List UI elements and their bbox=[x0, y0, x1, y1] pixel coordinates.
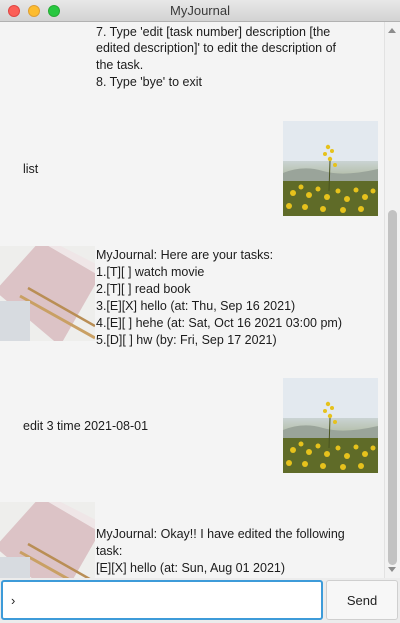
task-item: 1.[T][ ] watch movie bbox=[96, 265, 205, 279]
task-item: 4.[E][ ] hehe (at: Sat, Oct 16 2021 03:0… bbox=[96, 316, 342, 330]
bot-avatar bbox=[0, 246, 95, 341]
bot-message: MyJournal: Okay!! I have edited the foll… bbox=[96, 527, 345, 541]
user-message: edit 3 time 2021-08-01 bbox=[23, 419, 149, 433]
vertical-scrollbar[interactable] bbox=[384, 22, 400, 578]
bot-avatar bbox=[0, 502, 95, 578]
task-item: 3.[E][X] hello (at: Thu, Sep 16 2021) bbox=[96, 299, 296, 313]
scroll-up-arrow-icon[interactable] bbox=[388, 28, 396, 33]
help-line: the task. bbox=[96, 58, 144, 72]
window-title: MyJournal bbox=[170, 3, 230, 18]
flowers-photo-icon bbox=[283, 378, 378, 473]
notebook-photo-icon bbox=[0, 502, 95, 578]
send-button[interactable]: Send bbox=[326, 580, 398, 620]
bot-message: [E][X] hello (at: Sun, Aug 01 2021) bbox=[96, 561, 286, 575]
task-item: 2.[T][ ] read book bbox=[96, 282, 191, 296]
bot-message: task: bbox=[96, 544, 123, 558]
scroll-down-arrow-icon[interactable] bbox=[388, 567, 396, 572]
title-bar: MyJournal bbox=[0, 0, 400, 22]
input-bar: Send bbox=[0, 578, 400, 623]
notebook-photo-icon bbox=[0, 246, 95, 341]
help-line: edited description]' to edit the descrip… bbox=[96, 41, 337, 55]
bot-message-header: MyJournal: Here are your tasks: bbox=[96, 248, 274, 262]
scrollbar-thumb[interactable] bbox=[388, 210, 397, 565]
user-input-field[interactable] bbox=[1, 580, 323, 620]
user-avatar bbox=[283, 121, 378, 216]
help-line: 7. Type 'edit [task number] description … bbox=[96, 25, 331, 39]
user-avatar bbox=[283, 378, 378, 473]
task-item: 5.[D][ ] hw (by: Fri, Sep 17 2021) bbox=[96, 333, 277, 347]
help-line: 8. Type 'bye' to exit bbox=[96, 75, 202, 89]
dialog-container[interactable]: 7. Type 'edit [task number] description … bbox=[0, 22, 400, 578]
user-message: list bbox=[23, 162, 39, 176]
flowers-photo-icon bbox=[283, 121, 378, 216]
